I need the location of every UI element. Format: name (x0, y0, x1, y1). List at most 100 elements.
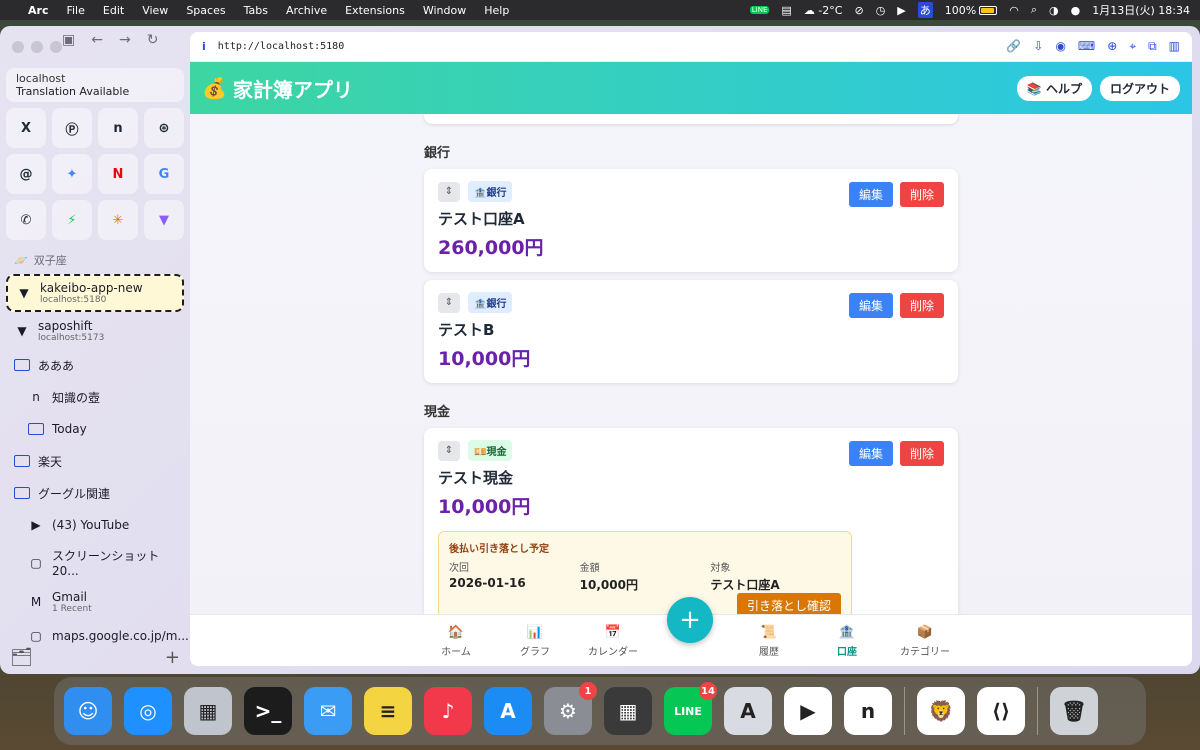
menu-clock[interactable]: 1月13日(火) 18:34 (1092, 2, 1190, 18)
time-machine-icon[interactable]: ◷ (876, 4, 886, 17)
debit-confirm-button[interactable]: 引き落とし確認 (736, 593, 841, 614)
favorite-chatgpt-icon[interactable]: ⊛ (144, 108, 184, 148)
sidebar-toggle-icon[interactable]: ▣ (62, 32, 75, 48)
zoom-window-button[interactable] (50, 41, 62, 53)
favorite-perplexity-icon[interactable]: Ⓟ (52, 108, 92, 148)
archive-icon[interactable]: 🗂 (10, 647, 33, 668)
sidebar-folder[interactable]: 楽天 (6, 446, 184, 476)
edit-button[interactable]: 編集 (848, 441, 893, 466)
favorite-gemini-icon[interactable]: ✦ (52, 154, 92, 194)
favorite-claude-icon[interactable]: ✳ (98, 200, 138, 240)
menu-edit[interactable]: Edit (103, 4, 124, 17)
reorder-icon[interactable]: ⇕ (438, 292, 460, 313)
sidebar-tab[interactable]: ▼ kakeibo-app-new localhost:5180 (6, 274, 184, 312)
input-method-icon[interactable]: あ (917, 2, 933, 18)
dock-vscode-icon[interactable]: ⟨⟩ (977, 687, 1025, 735)
dock-affinity-icon[interactable]: A (724, 687, 772, 735)
favorite-google-icon[interactable]: G (144, 154, 184, 194)
favorite-notion-icon[interactable]: n (98, 108, 138, 148)
logout-button[interactable]: ログアウト (1099, 75, 1180, 101)
menu-view[interactable]: View (142, 4, 168, 17)
sidebar-folder[interactable]: グーグル関連 (6, 478, 184, 508)
nav-calendar[interactable]: 📅 カレンダー (578, 625, 648, 658)
favorite-netflix-icon[interactable]: N (98, 154, 138, 194)
wifi-icon[interactable]: ◠ (1009, 4, 1019, 17)
dock-terminal-icon[interactable]: >_ (244, 687, 292, 735)
nav-home[interactable]: 🏠 ホーム (421, 625, 491, 658)
play-icon[interactable]: ▶ (897, 4, 905, 17)
dock-music-icon[interactable]: ♪ (424, 687, 472, 735)
menu-help[interactable]: Help (484, 4, 509, 17)
reorder-icon[interactable]: ⇕ (438, 181, 460, 202)
dock-app-store-icon[interactable]: A (484, 687, 532, 735)
dock-finder-icon[interactable]: ☺ (64, 687, 112, 735)
favorite-x-icon[interactable]: X (6, 108, 46, 148)
sidebar-tab[interactable]: ▢ スクリーンショット 20... (6, 542, 184, 583)
space-label[interactable]: 🪐 双子座 (6, 240, 184, 274)
edit-button[interactable]: 編集 (848, 182, 893, 207)
delete-button[interactable]: 削除 (899, 441, 944, 466)
delete-button[interactable]: 削除 (899, 182, 944, 207)
forward-icon[interactable]: → (119, 32, 131, 48)
favorite-app-icon[interactable]: ✆ (6, 200, 46, 240)
url-text[interactable]: http://localhost:5180 (218, 41, 344, 52)
sidebar-folder[interactable]: あああ (6, 350, 184, 380)
spotlight-icon[interactable]: ⌕ (1031, 3, 1037, 17)
dock-calculator-icon[interactable]: ▦ (604, 687, 652, 735)
dock-line-icon[interactable]: LINE 14 (664, 682, 717, 735)
favorite-threads-icon[interactable]: @ (6, 154, 46, 194)
add-transaction-fab[interactable]: + (667, 597, 713, 643)
nav-graph[interactable]: 📊 グラフ (500, 625, 570, 658)
favorite-vite-icon[interactable]: ▼ (144, 200, 184, 240)
back-icon[interactable]: ← (91, 32, 103, 48)
clipboard-icon[interactable]: ▤ (781, 4, 791, 17)
nav-history[interactable]: 📜 履歴 (734, 625, 804, 658)
help-button[interactable]: 📚 ヘルプ (1016, 75, 1092, 101)
reorder-icon[interactable]: ⇕ (438, 440, 460, 461)
sidebar-tab[interactable]: ▼ saposhift localhost:5173 (6, 314, 184, 348)
dock-youtube-icon[interactable]: ▶ (784, 687, 832, 735)
copy-link-icon[interactable]: 🔗 (1006, 39, 1021, 54)
siri-icon[interactable]: ● (1071, 4, 1081, 17)
dock-system-settings-icon[interactable]: ⚙ 1 (544, 682, 597, 735)
translation-banner[interactable]: localhost Translation Available (6, 68, 184, 102)
dock-trash-icon[interactable]: 🗑 (1050, 687, 1098, 735)
sync-icon[interactable]: ⊘ (854, 4, 863, 17)
edit-button[interactable]: 編集 (848, 293, 893, 318)
sidebar-tab[interactable]: M Gmail 1 Recent (6, 585, 184, 619)
minimize-window-button[interactable] (31, 41, 43, 53)
sidebar-tab[interactable]: n 知識の壺 (6, 382, 184, 412)
extensions-icon[interactable]: ⧉ (1148, 39, 1157, 54)
dock-notes-icon[interactable]: ≡ (364, 687, 412, 735)
dock-safari-icon[interactable]: ◎ (124, 687, 172, 735)
menu-app-name[interactable]: Arc (28, 4, 48, 17)
nav-category[interactable]: 📦 カテゴリー (890, 625, 960, 658)
dock-brave-icon[interactable]: 🦁 (917, 687, 965, 735)
site-info-icon[interactable]: i (202, 40, 206, 53)
delete-button[interactable]: 削除 (899, 293, 944, 318)
split-view-icon[interactable]: ▥ (1169, 39, 1180, 54)
battery-indicator[interactable]: 100% (945, 4, 998, 17)
sidebar-folder[interactable]: Today (6, 414, 184, 444)
camera-icon[interactable]: ◉ (1055, 39, 1065, 54)
control-center-icon[interactable]: ◑ (1049, 4, 1059, 17)
line-status-icon[interactable]: LINE (749, 6, 770, 14)
globe-icon[interactable]: ⊕ (1107, 39, 1117, 54)
dock-notion-icon[interactable]: n (844, 687, 892, 735)
terminal-icon[interactable]: ⌨ (1078, 39, 1095, 54)
download-icon[interactable]: ⇩ (1033, 39, 1043, 54)
new-tab-plus-icon[interactable]: + (165, 647, 180, 668)
menu-archive[interactable]: Archive (286, 4, 327, 17)
nav-accounts[interactable]: 🏦 口座 (812, 625, 882, 658)
close-window-button[interactable] (12, 41, 24, 53)
menu-extensions[interactable]: Extensions (345, 4, 405, 17)
menu-file[interactable]: File (66, 4, 84, 17)
url-bar[interactable]: i http://localhost:5180 🔗 ⇩ ◉ ⌨ ⊕ ⌖ ⧉ ▥ (190, 32, 1192, 62)
reload-icon[interactable]: ↻ (147, 32, 159, 48)
menu-tabs[interactable]: Tabs (244, 4, 268, 17)
weather-icon[interactable]: ☁ -2°C (804, 4, 843, 17)
target-icon[interactable]: ⌖ (1129, 39, 1136, 54)
menu-spaces[interactable]: Spaces (186, 4, 225, 17)
dock-launchpad-icon[interactable]: ▦ (184, 687, 232, 735)
dock-mail-icon[interactable]: ✉ (304, 687, 352, 735)
